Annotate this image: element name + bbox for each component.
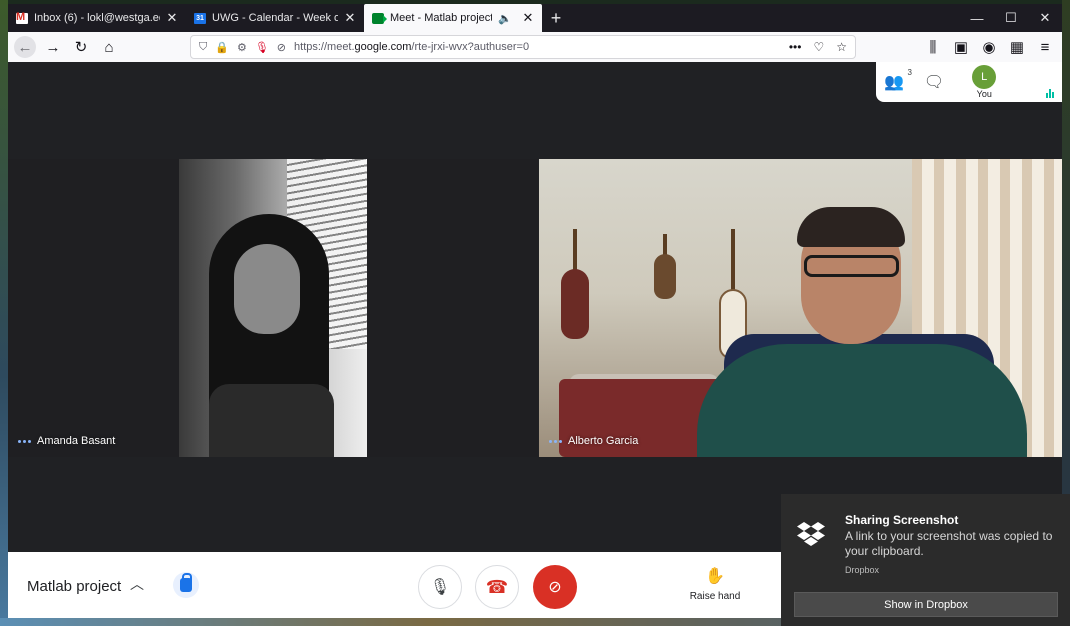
extensions-icon[interactable]: ▦ — [1006, 36, 1028, 58]
leave-call-button[interactable]: ☎ — [475, 565, 519, 609]
library-icon[interactable]: ⫼ — [922, 36, 944, 58]
guitar — [561, 269, 589, 339]
dropbox-notification: Sharing Screenshot A link to your screen… — [781, 494, 1070, 626]
new-tab-button[interactable]: + — [542, 4, 570, 32]
participant-video — [539, 159, 1062, 457]
tab-title: Inbox (6) - lokl@westga.edu - U — [34, 12, 160, 24]
hand-icon: ✋ — [705, 568, 725, 585]
address-bar-actions: ••• ♡ ☆ — [789, 40, 847, 54]
close-icon[interactable]: ✕ — [522, 10, 534, 26]
back-icon[interactable]: ← — [14, 36, 36, 58]
calendar-icon: 31 — [194, 12, 206, 24]
tab-inbox[interactable]: Inbox (6) - lokl@westga.edu - U ✕ — [8, 4, 186, 32]
notification-title: Sharing Screenshot — [845, 513, 959, 527]
hang-up-icon: ☎ — [485, 576, 509, 597]
microphone-icon: 🎙 — [429, 579, 451, 596]
gmail-icon — [16, 11, 28, 24]
close-window-icon[interactable]: ✕ — [1028, 4, 1062, 32]
speaking-indicator-icon — [549, 439, 562, 443]
raise-hand-button[interactable]: ✋ Raise hand — [688, 566, 742, 604]
participant-name-tag: Amanda Basant — [18, 435, 115, 447]
tab-meet[interactable]: Meet - Matlab project 🔈 ✕ — [364, 4, 542, 32]
more-actions-icon[interactable]: ••• — [789, 40, 802, 54]
guitar-neck — [731, 229, 735, 294]
url-host: google.com — [354, 41, 412, 53]
url-path: /rte-jrxi-wvx?authuser=0 — [411, 41, 530, 53]
bookmark-star-icon[interactable]: ☆ — [836, 40, 847, 54]
navigation-toolbar: ← → ↻ ⌂ ⛉ 🔒 ⚙ 🎙 ⊘ https://meet.google.co… — [8, 32, 1062, 62]
raise-hand-label: Raise hand — [689, 591, 741, 602]
self-view[interactable]: L You — [972, 65, 997, 99]
host-controls-button[interactable] — [173, 572, 199, 598]
participant-tile-amanda[interactable]: Amanda Basant — [8, 159, 538, 457]
participant-video — [179, 159, 367, 457]
address-bar[interactable]: ⛉ 🔒 ⚙ 🎙 ⊘ https://meet.google.com/rte-jr… — [190, 35, 856, 59]
people-icon[interactable]: 👥 3 — [884, 68, 912, 92]
guitar-neck — [573, 229, 577, 274]
desktop-background-left — [0, 0, 8, 626]
you-label: You — [976, 89, 992, 99]
meeting-title[interactable]: Matlab project — [27, 578, 121, 595]
microphone-button[interactable]: 🎙 — [418, 565, 462, 609]
camera-button[interactable]: ⊘ — [533, 565, 577, 609]
participant-count: 3 — [907, 68, 912, 77]
window-controls: — ☐ ✕ — [960, 4, 1062, 32]
meeting-details-panel: 👥 3 🗨 L You — [876, 62, 1062, 102]
audio-level-icon — [1046, 88, 1056, 98]
dropbox-icon — [797, 522, 825, 546]
participant-hair — [797, 207, 905, 247]
tab-title: Meet - Matlab project — [390, 12, 493, 24]
participant-name-tag: Alberto Garcia — [549, 435, 638, 447]
url-prefix: https://meet. — [294, 41, 355, 53]
tab-calendar[interactable]: 31 UWG - Calendar - Week of Mar ✕ — [186, 4, 364, 32]
camera-off-icon: ⊘ — [548, 579, 562, 596]
reload-icon[interactable]: ↻ — [70, 36, 92, 58]
speaker-icon[interactable]: 🔈 — [498, 12, 512, 25]
avatar: L — [972, 65, 997, 89]
participant-name: Amanda Basant — [37, 435, 116, 447]
participant-name: Alberto Garcia — [568, 435, 639, 447]
lock-icon[interactable]: 🔒 — [215, 41, 229, 54]
permissions-icon[interactable]: ⚙ — [237, 41, 247, 54]
meet-icon — [372, 12, 387, 24]
autoplay-blocked-icon[interactable]: ⊘ — [277, 41, 286, 54]
tab-title: UWG - Calendar - Week of Mar — [212, 12, 338, 24]
notification-source: Dropbox — [845, 565, 880, 575]
notification-body: A link to your screenshot was copied to … — [845, 529, 1053, 558]
show-in-dropbox-button[interactable]: Show in Dropbox — [794, 592, 1058, 617]
minimize-icon[interactable]: — — [960, 4, 994, 32]
participant-shirt — [209, 384, 334, 457]
close-icon[interactable]: ✕ — [344, 10, 356, 26]
shield-icon[interactable]: ⛉ — [199, 41, 207, 54]
pocket-icon[interactable]: ♡ — [813, 40, 824, 54]
sidebar-icon[interactable]: ▣ — [950, 36, 972, 58]
url-text: https://meet.google.com/rte-jrxi-wvx?aut… — [294, 41, 529, 53]
participant-glasses — [804, 255, 899, 277]
browser-tab-strip: Inbox (6) - lokl@westga.edu - U ✕ 31 UWG… — [8, 4, 1062, 32]
maximize-icon[interactable]: ☐ — [994, 4, 1028, 32]
meeting-control-bar: Matlab project ︿ 🎙 ☎ ⊘ ✋ Raise hand — [8, 552, 782, 618]
close-icon[interactable]: ✕ — [166, 10, 178, 26]
participant-shirt — [697, 344, 1027, 457]
chat-icon[interactable]: 🗨 — [924, 72, 944, 92]
home-icon[interactable]: ⌂ — [98, 36, 120, 58]
participant-tile-alberto[interactable]: Alberto Garcia — [539, 159, 1062, 457]
toolbar-right: ⫼ ▣ ◉ ▦ ≡ — [922, 36, 1056, 58]
ukulele — [654, 254, 676, 299]
lock-icon — [180, 573, 192, 592]
participant-face — [234, 244, 300, 334]
forward-icon[interactable]: → — [42, 36, 64, 58]
chevron-up-icon[interactable]: ︿ — [130, 574, 144, 594]
microphone-icon[interactable]: 🎙 — [255, 41, 269, 54]
account-icon[interactable]: ◉ — [978, 36, 1000, 58]
speaking-indicator-icon — [18, 439, 31, 443]
menu-icon[interactable]: ≡ — [1034, 36, 1056, 58]
